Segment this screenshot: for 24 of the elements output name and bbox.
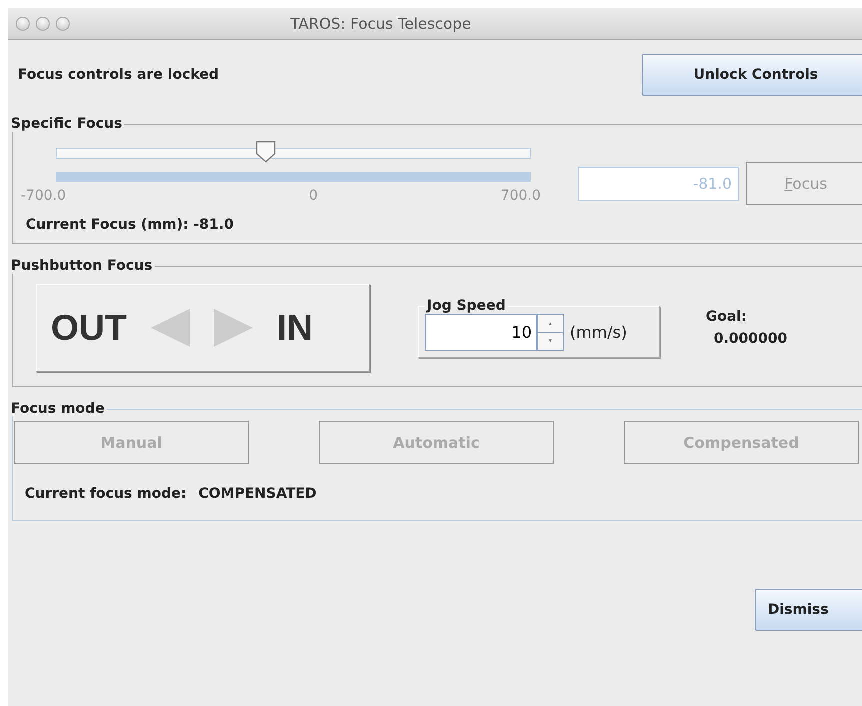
dismiss-button[interactable]: Dismiss <box>755 589 862 631</box>
scale-label: 700.0 <box>500 188 541 204</box>
window-control-icon[interactable] <box>16 16 30 30</box>
window-title: TAROS: Focus Telescope <box>290 14 472 32</box>
current-focus: Current Focus (mm): -81.0 <box>26 217 235 233</box>
group-title: Specific Focus <box>10 116 124 132</box>
unlock-button[interactable]: Unlock Controls <box>642 54 862 96</box>
spinner[interactable] <box>537 314 564 351</box>
window-control-icon[interactable] <box>36 16 50 30</box>
current-mode-value: COMPENSATED <box>198 486 317 502</box>
scale-label: -700.0 <box>21 188 66 204</box>
window-control-icon[interactable] <box>56 16 70 30</box>
right-arrow-icon <box>213 307 255 349</box>
scale-label: 0 <box>309 188 318 204</box>
goal-label: Goal: <box>706 309 748 325</box>
group-title: Jog Speed <box>425 298 507 314</box>
group-title: Pushbutton Focus <box>10 258 154 274</box>
out-in-button[interactable]: OUT IN <box>36 284 370 372</box>
lock-status: Focus controls are locked <box>18 67 220 83</box>
jog-speed-field[interactable]: 10 <box>425 314 537 351</box>
current-mode-label: Current focus mode: <box>25 486 187 502</box>
unit-label: (mm/s) <box>570 323 628 342</box>
group-title: Focus mode <box>10 401 106 417</box>
goal-value: 0.000000 <box>714 331 788 347</box>
